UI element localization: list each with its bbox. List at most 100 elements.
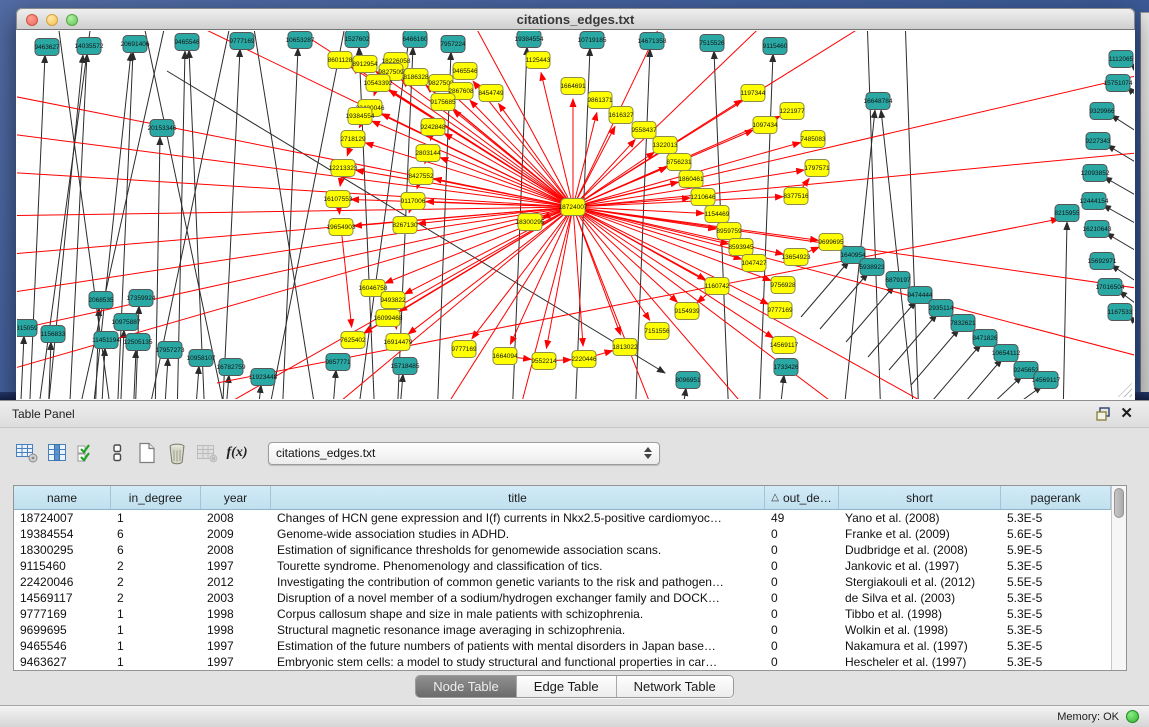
import-table-button[interactable] [192, 439, 222, 467]
graph-node[interactable]: 9861371 [587, 92, 613, 109]
graph-node[interactable]: 12213323 [329, 160, 358, 177]
graph-node[interactable]: 6466160 [402, 31, 428, 48]
graph-node[interactable]: 15751074 [1104, 75, 1133, 92]
table-row[interactable]: 969969511998Structural magnetic resonanc… [14, 622, 1111, 638]
graph-node[interactable]: 12093852 [1081, 165, 1110, 182]
network-window-titlebar[interactable]: citations_edges.txt [16, 8, 1135, 30]
graph-node[interactable]: 8186328 [403, 69, 429, 86]
table-scrollbar[interactable] [1111, 486, 1126, 670]
graph-node[interactable]: 9154939 [674, 303, 700, 320]
graph-node[interactable]: 9699695 [818, 234, 844, 251]
graph-node[interactable]: 18724007 [559, 199, 588, 216]
graph-node[interactable]: 1664691 [560, 78, 586, 95]
graph-node[interactable]: 7151556 [644, 323, 670, 340]
graph-node[interactable]: 16210643 [1083, 221, 1112, 238]
graph-node[interactable]: 17957273 [156, 342, 185, 359]
graph-node[interactable]: 1322013 [652, 137, 678, 154]
graph-node[interactable]: 19384554 [346, 108, 375, 125]
graph-node[interactable]: 15692971 [1088, 253, 1117, 270]
row-height-button[interactable] [102, 439, 132, 467]
graph-node[interactable]: 9558437 [631, 122, 657, 139]
graph-node[interactable]: 9315059 [17, 320, 38, 337]
graph-node[interactable]: 7485083 [800, 131, 826, 148]
graph-node[interactable]: 9493822 [380, 292, 406, 309]
table-row[interactable]: 1872400712008Changes of HCN gene express… [14, 510, 1111, 526]
graph-node[interactable]: 16107553 [324, 191, 353, 208]
column-header-year[interactable]: year [201, 486, 271, 509]
graph-node[interactable]: 1125443 [526, 52, 551, 69]
graph-node[interactable]: 16648784 [864, 93, 893, 110]
graph-node[interactable]: 7957224 [440, 36, 466, 53]
graph-node[interactable]: 5938923 [859, 259, 885, 276]
graph-node[interactable]: 9115460 [763, 38, 788, 55]
graph-node[interactable]: 7625402 [340, 332, 366, 349]
graph-node[interactable]: 2220446 [571, 351, 597, 368]
table-row[interactable]: 1830029562008Estimation of significance … [14, 542, 1111, 558]
graph-node[interactable]: 1860461 [678, 171, 704, 188]
graph-node[interactable]: 1097434 [752, 117, 778, 134]
graph-node[interactable]: 1813022 [612, 339, 638, 356]
graph-node[interactable]: 20153346 [148, 120, 177, 137]
graph-node[interactable]: 9777169 [451, 341, 477, 358]
graph-node[interactable]: 8267130 [392, 217, 418, 234]
close-panel-button[interactable]: ✕ [1116, 405, 1137, 423]
graph-node[interactable]: 14569117 [1032, 372, 1061, 389]
graph-node[interactable]: 8471826 [972, 330, 998, 347]
graph-node[interactable]: 14671358 [638, 33, 667, 50]
graph-node[interactable]: 2803144 [415, 145, 441, 162]
graph-node[interactable]: 11923448 [249, 369, 278, 386]
graph-node[interactable]: 9777169 [229, 33, 255, 50]
graph-node[interactable]: 8756231 [666, 154, 692, 171]
graph-node[interactable]: 11451194 [92, 332, 120, 349]
table-scrollbar-thumb[interactable] [1114, 488, 1124, 518]
graph-node[interactable]: 8377516 [783, 188, 809, 205]
graph-node[interactable]: 7832621 [950, 315, 976, 332]
graph-node[interactable]: 14569117 [770, 337, 799, 354]
table-row[interactable]: 977716911998Corpus callosum shape and si… [14, 606, 1111, 622]
graph-node[interactable]: 19654903 [327, 219, 356, 236]
graph-node[interactable]: 20691406 [121, 36, 150, 53]
zoom-window-button[interactable] [66, 14, 78, 26]
graph-node[interactable]: 9756928 [770, 277, 796, 294]
graph-node[interactable]: 6879197 [885, 272, 911, 289]
graph-node[interactable]: 8454749 [478, 85, 504, 102]
graph-node[interactable]: 9175685 [430, 94, 456, 111]
graph-node[interactable]: 1797571 [804, 160, 830, 177]
graph-node[interactable]: 12505135 [124, 334, 153, 351]
graph-node[interactable]: 7515526 [699, 35, 725, 52]
column-header-in-degree[interactable]: in_degree [111, 486, 201, 509]
graph-node[interactable]: 8912954 [352, 56, 378, 73]
table-row[interactable]: 946362711997Embryonic stem cells: a mode… [14, 654, 1111, 670]
column-header-name[interactable]: name [14, 486, 111, 509]
graph-node[interactable]: 1527602 [344, 31, 370, 48]
graph-node[interactable]: 18300295 [516, 214, 545, 231]
column-header-short[interactable]: short [839, 486, 1001, 509]
graph-node[interactable]: 1197344 [741, 85, 766, 102]
graph-node[interactable]: 1156833 [41, 326, 66, 343]
table-row[interactable]: 2242004622012Investigating the contribut… [14, 574, 1111, 590]
graph-node[interactable]: 8215955 [1054, 205, 1080, 222]
network-canvas[interactable]: 9463627140355722069140694655469777169106… [17, 31, 1134, 399]
graph-node[interactable]: 2718129 [340, 131, 366, 148]
graph-node[interactable]: 14035572 [75, 38, 104, 55]
column-header-pagerank[interactable]: pagerank [1001, 486, 1111, 509]
table-source-select[interactable]: citations_edges.txt [268, 442, 660, 465]
graph-node[interactable]: 9227343 [1085, 133, 1111, 150]
graph-node[interactable]: 9329966 [1089, 103, 1115, 120]
graph-node[interactable]: 10543392 [364, 75, 393, 92]
graph-node[interactable]: 13654923 [782, 249, 811, 266]
graph-node[interactable]: 8427552 [408, 168, 434, 185]
delete-table-button[interactable] [162, 439, 192, 467]
graph-node[interactable]: 9857771 [325, 354, 351, 371]
graph-node[interactable]: 10654112 [992, 345, 1021, 362]
graph-node[interactable]: 2068535 [88, 292, 114, 309]
graph-node[interactable]: 8601128 [328, 52, 353, 69]
graph-node[interactable]: 10719185 [578, 32, 607, 49]
graph-node[interactable]: 17359924 [127, 290, 156, 307]
tab-edge-table[interactable]: Edge Table [517, 676, 617, 697]
graph-node[interactable]: 9777169 [767, 302, 793, 319]
minimize-window-button[interactable] [46, 14, 58, 26]
tab-network-table[interactable]: Network Table [617, 676, 733, 697]
graph-node[interactable]: 9465546 [174, 34, 200, 51]
graph-node[interactable]: 2935114 [929, 300, 954, 317]
